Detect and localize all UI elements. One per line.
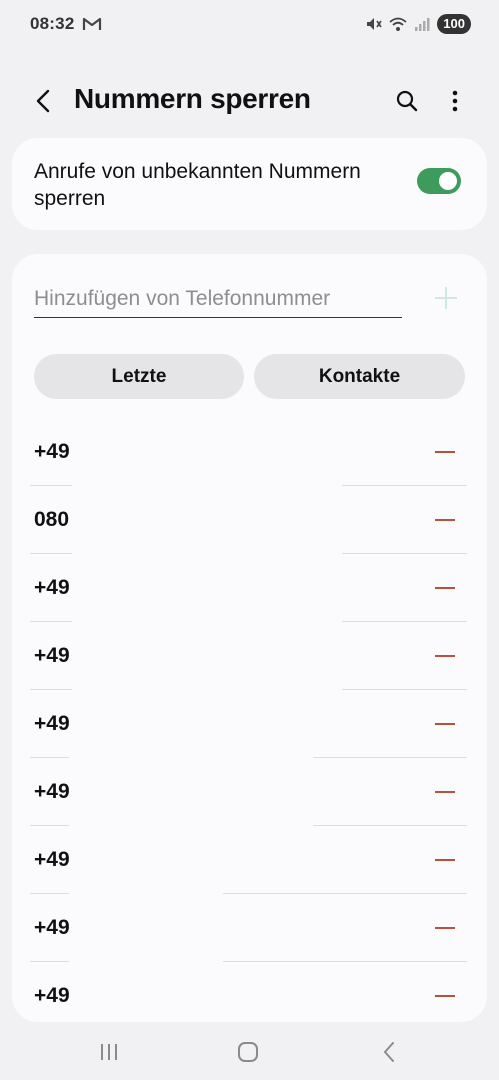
search-button[interactable] <box>390 84 424 118</box>
redaction-panel <box>72 418 342 578</box>
remove-number-button[interactable] <box>430 848 460 872</box>
back-nav-icon <box>384 1042 394 1062</box>
remove-number-button[interactable] <box>430 916 460 940</box>
phone-number-input[interactable] <box>34 280 402 318</box>
contacts-button[interactable]: Kontakte <box>254 354 465 399</box>
blocked-number: +49 <box>34 712 70 735</box>
navigation-bar <box>0 1024 499 1080</box>
home-button[interactable] <box>233 1038 263 1066</box>
wifi-icon <box>389 17 407 31</box>
more-options-button[interactable] <box>440 84 470 118</box>
minus-icon <box>435 587 455 589</box>
minus-icon <box>435 791 455 793</box>
status-icons: 100 <box>365 14 471 34</box>
search-icon <box>396 90 418 112</box>
minus-icon <box>435 519 455 521</box>
block-unknown-switch[interactable] <box>417 168 461 194</box>
minus-icon <box>435 927 455 929</box>
blocked-number: 080 <box>34 508 70 531</box>
blocked-number: +49 <box>34 644 70 667</box>
recent-button[interactable]: Letzte <box>34 354 244 399</box>
home-icon <box>238 1042 258 1062</box>
redaction-panel <box>72 578 342 698</box>
remove-number-button[interactable] <box>430 644 460 668</box>
minus-icon <box>435 859 455 861</box>
add-number-button[interactable] <box>432 284 460 312</box>
minus-icon <box>435 995 455 997</box>
status-time: 08:32 <box>30 14 75 33</box>
page-title: Nummern sperren <box>74 83 311 114</box>
remove-number-button[interactable] <box>430 440 460 464</box>
more-vertical-icon <box>452 90 458 112</box>
plus-icon <box>435 287 457 309</box>
back-nav-button[interactable] <box>374 1038 404 1066</box>
blocked-number: +49 <box>34 848 70 871</box>
redaction-panel <box>69 844 223 1022</box>
remove-number-button[interactable] <box>430 712 460 736</box>
blocked-numbers-card: Letzte Kontakte +49 080 +49 +49 +49 <box>12 254 487 1022</box>
remove-number-button[interactable] <box>430 576 460 600</box>
remove-number-button[interactable] <box>430 508 460 532</box>
recents-button[interactable] <box>94 1038 124 1066</box>
minus-icon <box>435 723 455 725</box>
back-button[interactable] <box>26 84 60 118</box>
blocked-number: +49 <box>34 440 70 463</box>
minus-icon <box>435 451 455 453</box>
blocked-number: +49 <box>34 780 70 803</box>
mute-icon <box>367 18 382 30</box>
minus-icon <box>435 655 455 657</box>
blocked-number: +49 <box>34 916 70 939</box>
remove-number-button[interactable] <box>430 780 460 804</box>
block-unknown-card[interactable]: Anrufe von unbekannten Nummern sperren <box>12 138 487 230</box>
blocked-number: +49 <box>34 576 70 599</box>
gmail-icon <box>82 17 102 30</box>
redaction-panel <box>69 698 313 844</box>
remove-number-button[interactable] <box>430 984 460 1008</box>
block-unknown-label: Anrufe von unbekannten Nummern sperren <box>34 160 361 210</box>
status-bar: 08:32 100 <box>0 0 499 52</box>
signal-icon <box>415 18 430 31</box>
switch-knob <box>439 172 457 190</box>
battery-indicator: 100 <box>437 14 471 34</box>
back-icon <box>36 89 50 113</box>
app-bar: Nummern sperren <box>0 70 499 130</box>
blocked-number: +49 <box>34 984 70 1007</box>
recents-icon <box>101 1044 117 1060</box>
